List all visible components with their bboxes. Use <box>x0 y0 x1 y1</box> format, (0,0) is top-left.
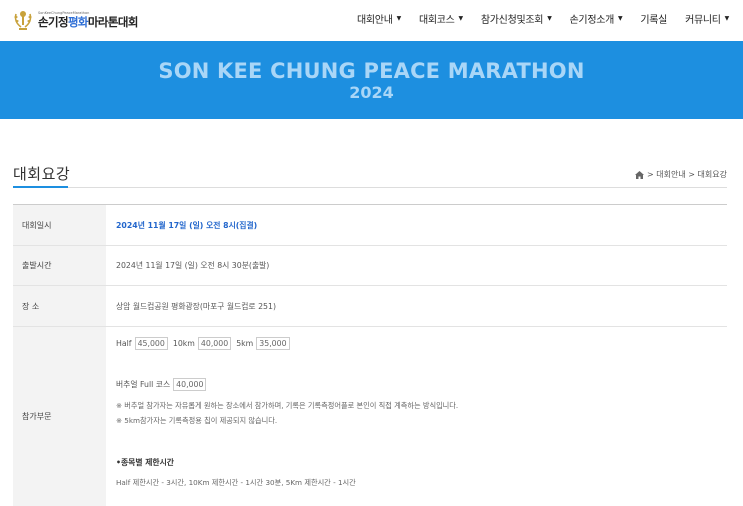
table-row: 출발시간 2024년 11월 17일 (일) 오전 8시 30분(출발) <box>13 246 727 286</box>
fee-name: 5km <box>236 339 254 348</box>
nav-item-records[interactable]: 기록실 <box>640 11 667 26</box>
caret-down-icon: ▼ <box>724 15 730 22</box>
nav-label: 참가신청및조회 <box>480 15 544 26</box>
site-logo[interactable]: SonKeeChungPeaceMarathon 손기정평화마라톤대회 <box>12 7 138 33</box>
nav-item-community[interactable]: 커뮤니티 ▼ <box>685 11 729 26</box>
nav-label: 커뮤니티 <box>685 15 721 26</box>
table-row: 대회일시 2024년 11월 17일 (일) 오전 8시(집결) <box>13 205 727 246</box>
fee-list: Half 45,000 10km 40,000 5km 35,000 <box>116 337 295 350</box>
event-date-value: 2024년 11월 17일 (일) 오전 8시(집결) <box>116 220 258 230</box>
breadcrumb-item: 대회요강 <box>697 170 727 179</box>
site-header: SonKeeChungPeaceMarathon 손기정평화마라톤대회 대회안내… <box>0 0 743 41</box>
nav-item-about[interactable]: 손기정소개 ▼ <box>570 11 623 26</box>
time-limit-heading: •종목별 제한시간 <box>116 458 174 467</box>
breadcrumb-item[interactable]: 대회안내 <box>656 169 685 180</box>
fee-details: Half 45,000 10km 40,000 5km 35,000 버추얼 F… <box>106 327 727 506</box>
home-icon[interactable] <box>635 170 645 179</box>
fee-price: 40,000 <box>173 378 207 391</box>
event-info-table: 대회일시 2024년 11월 17일 (일) 오전 8시(집결) 출발시간 20… <box>13 204 727 506</box>
fee-name: 버추얼 Full 코스 <box>116 380 171 389</box>
fee-price: 45,000 <box>134 337 168 350</box>
main-nav: 대회안내 ▼ 대회코스 ▼ 참가신청및조회 ▼ 손기정소개 ▼ 기록실 커뮤니티… <box>339 11 729 26</box>
table-row: 장 소 상암 월드컵공원 평화광장(마포구 월드컵로 251) <box>13 286 727 327</box>
nav-label: 손기정소개 <box>569 15 615 26</box>
virtual-note: ※ 버추얼 참가자는 자유롭게 원하는 장소에서 참가하며, 기록은 기록측정어… <box>116 401 459 410</box>
title-underline <box>13 186 68 188</box>
nav-label: 기록실 <box>640 15 668 26</box>
page-title: 대회요강 <box>13 165 71 183</box>
nav-item-registration[interactable]: 참가신청및조회 ▼ <box>481 11 552 26</box>
title-divider <box>13 187 727 188</box>
chevron-right-icon: > <box>685 170 698 179</box>
nav-item-event-info[interactable]: 대회안내 ▼ <box>357 11 401 26</box>
fee-name: 10km <box>172 339 195 348</box>
chip-note: ※ 5km참가자는 기록측정용 칩이 제공되지 않습니다. <box>116 416 278 425</box>
row-label: 출발시간 <box>13 246 106 285</box>
fee-name: Half <box>116 339 132 348</box>
breadcrumb: > 대회안내 > 대회요강 <box>635 169 727 180</box>
row-label: 장 소 <box>13 286 106 326</box>
banner-title: SON KEE CHUNG PEACE MARATHON <box>158 59 585 83</box>
fee-price: 40,000 <box>197 337 232 350</box>
hero-banner: SON KEE CHUNG PEACE MARATHON 2024 <box>0 41 743 119</box>
row-label: 참가부문 <box>13 327 106 506</box>
table-row: 참가부문 Half 45,000 10km 40,000 5km 35,000 … <box>13 327 727 506</box>
fee-price: 35,000 <box>256 337 290 350</box>
caret-down-icon: ▼ <box>458 15 464 22</box>
caret-down-icon: ▼ <box>396 15 402 22</box>
nav-label: 대회안내 <box>357 15 393 26</box>
logo-title: 손기정평화마라톤대회 <box>38 14 138 29</box>
banner-year: 2024 <box>349 83 394 102</box>
nav-label: 대회코스 <box>418 15 455 26</box>
caret-down-icon: ▼ <box>618 15 623 22</box>
start-time-value: 2024년 11월 17일 (일) 오전 8시 30분(출발) <box>116 261 270 270</box>
row-label: 대회일시 <box>13 205 106 245</box>
chevron-right-icon: > <box>647 170 657 179</box>
time-limit-text: Half 제한시간 - 3시간, 10Km 제한시간 - 1시간 30분, 5K… <box>116 478 356 487</box>
venue-value: 상암 월드컵공원 평화광장(마포구 월드컵로 251) <box>116 301 276 311</box>
nav-item-course[interactable]: 대회코스 ▼ <box>419 11 463 26</box>
logo-laurel-icon <box>14 11 32 30</box>
virtual-fee: 버추얼 Full 코스 40,000 <box>116 378 211 391</box>
caret-down-icon: ▼ <box>547 15 552 22</box>
